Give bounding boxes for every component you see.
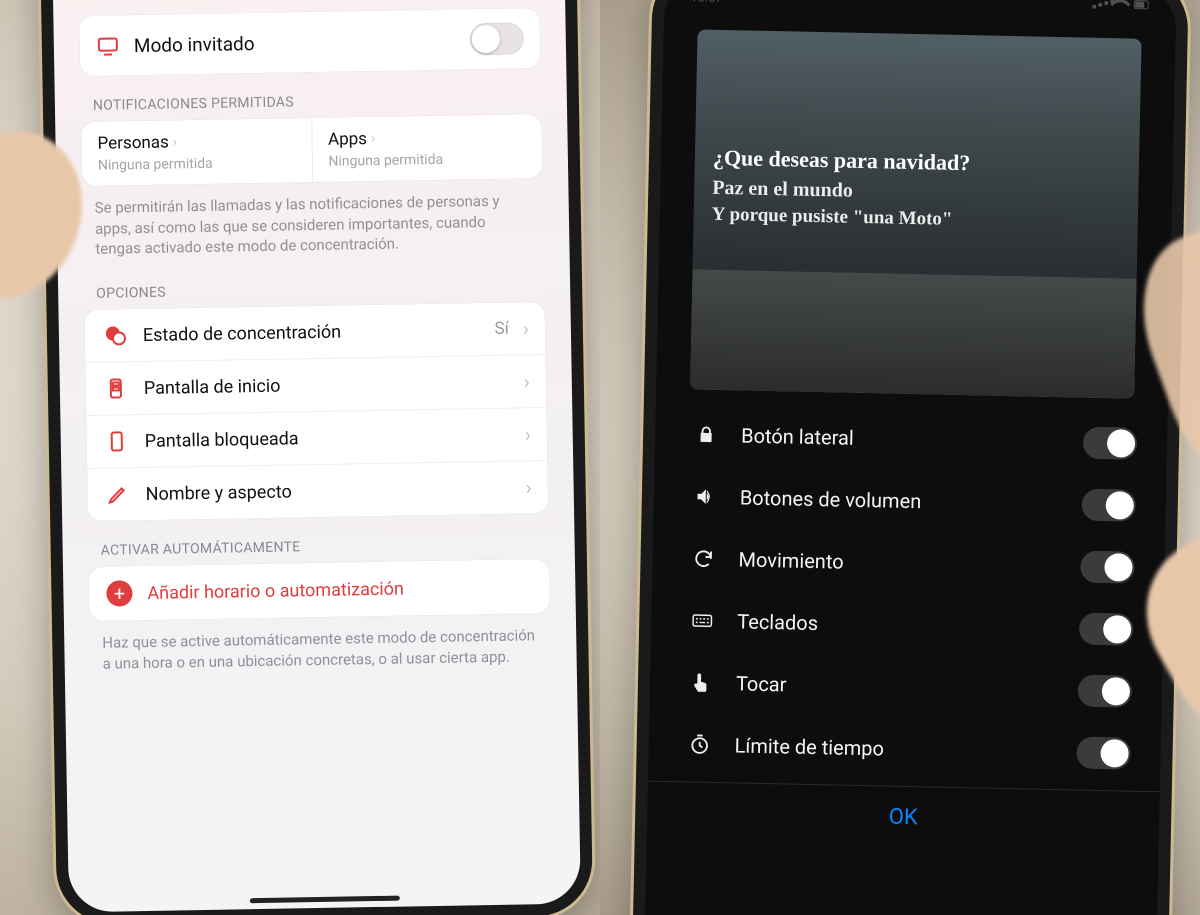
allowed-apps-cell[interactable]: Apps › Ninguna permitida: [311, 114, 543, 182]
allowed-apps-title: Apps: [328, 129, 367, 150]
content-preview: ¿Que deseas para navidad? Paz en el mund…: [690, 29, 1141, 398]
time-limit-label: Límite de tiempo: [734, 733, 1056, 764]
volume-buttons-toggle[interactable]: [1081, 489, 1136, 522]
ok-button[interactable]: OK: [647, 781, 1160, 846]
time-limit-toggle[interactable]: [1076, 737, 1131, 770]
keyboards-label: Teclados: [737, 609, 1059, 640]
motion-toggle[interactable]: [1080, 551, 1135, 584]
time-limit-row[interactable]: Límite de tiempo: [648, 713, 1161, 786]
phone-right: 10:57 ¿Que deseas para navidad? Paz en e…: [631, 0, 1189, 915]
touch-toggle[interactable]: [1078, 675, 1133, 708]
motion-label: Movimiento: [738, 547, 1060, 578]
preview-line-1: ¿Que deseas para navidad?: [713, 145, 1121, 180]
lock-screen-row[interactable]: Pantalla bloqueada ›: [86, 407, 547, 468]
lock-icon: [691, 423, 721, 446]
keyboards-toggle[interactable]: [1079, 613, 1134, 646]
status-bar: 10:57: [664, 0, 1177, 29]
timer-icon: [684, 733, 714, 756]
side-button-toggle[interactable]: [1083, 427, 1138, 460]
side-button-row[interactable]: Botón lateral: [655, 403, 1168, 476]
keyboard-icon: [687, 609, 717, 632]
touch-icon: [686, 671, 716, 694]
name-appearance-icon: [103, 482, 131, 506]
chevron-right-icon: ›: [524, 422, 530, 446]
add-automation-label: Añadir horario o automatización: [147, 576, 533, 604]
guest-mode-label: Modo invitado: [134, 32, 255, 57]
name-appearance-row[interactable]: Nombre y aspecto ›: [87, 460, 548, 521]
motion-row[interactable]: Movimiento: [652, 527, 1165, 600]
focus-status-value: Sí: [494, 319, 509, 339]
plus-circle-icon: +: [106, 580, 132, 606]
status-time: 10:57: [690, 0, 723, 5]
allowed-people-title: Personas: [97, 133, 169, 154]
allowed-notifications-card: Personas › Ninguna permitida Apps › Ning…: [81, 114, 542, 186]
rotate-icon: [688, 547, 718, 570]
preview-line-3: Y porque pusiste "una Moto": [712, 204, 1120, 235]
guest-mode-toggle[interactable]: [470, 22, 525, 55]
automation-card: + Añadir horario o automatización: [89, 559, 550, 621]
chevron-right-icon: ›: [525, 475, 531, 499]
allowed-people-cell[interactable]: Personas › Ninguna permitida: [81, 118, 312, 186]
allowed-notifications-header: NOTIFICACIONES PERMITIDAS: [74, 68, 547, 122]
home-screen-icon: [102, 376, 130, 400]
options-card: Estado de concentración Sí › Pantalla de…: [84, 302, 548, 521]
chevron-right-icon: ›: [524, 369, 530, 393]
chevron-right-icon: ›: [173, 134, 177, 150]
volume-buttons-label: Botones de volumen: [740, 485, 1062, 516]
home-screen-label: Pantalla de inicio: [144, 371, 510, 398]
guided-access-options-screen: 10:57 ¿Que deseas para navidad? Paz en e…: [643, 0, 1176, 915]
guest-mode-icon: [96, 33, 120, 57]
focus-status-row[interactable]: Estado de concentración Sí ›: [84, 302, 545, 362]
focus-settings-screen: Modo invitado NOTIFICACIONES PERMITIDAS …: [51, 0, 581, 912]
lock-screen-icon: [103, 429, 131, 453]
automation-footer: Haz que se active automáticamente este m…: [84, 613, 557, 679]
preview-line-2: Paz en el mundo: [712, 177, 1120, 209]
side-button-label: Botón lateral: [741, 423, 1063, 454]
focus-status-icon: [101, 323, 129, 347]
name-appearance-label: Nombre y aspecto: [146, 477, 512, 504]
home-indicator[interactable]: [250, 896, 400, 904]
touch-label: Tocar: [736, 671, 1058, 702]
volume-buttons-row[interactable]: Botones de volumen: [653, 465, 1166, 538]
status-icons: [1090, 0, 1150, 16]
chevron-right-icon: ›: [523, 316, 529, 340]
phone-left: Modo invitado NOTIFICACIONES PERMITIDAS …: [39, 0, 593, 915]
add-automation-row[interactable]: + Añadir horario o automatización: [89, 559, 550, 621]
lock-screen-label: Pantalla bloqueada: [145, 424, 511, 451]
home-screen-row[interactable]: Pantalla de inicio ›: [85, 354, 546, 415]
keyboards-row[interactable]: Teclados: [651, 589, 1164, 662]
focus-status-label: Estado de concentración: [143, 319, 481, 346]
options-list: Botón lateral Botones de volumen Movimie…: [648, 403, 1168, 786]
touch-row[interactable]: Tocar: [649, 651, 1162, 724]
allowed-people-sub: Ninguna permitida: [98, 154, 296, 173]
guest-mode-row[interactable]: Modo invitado: [79, 8, 540, 76]
options-header: OPCIONES: [78, 256, 551, 310]
allowed-apps-sub: Ninguna permitida: [328, 150, 526, 169]
automation-header: ACTIVAR AUTOMÁTICAMENTE: [82, 513, 555, 567]
allowed-notifications-footer: Se permitirán las llamadas y las notific…: [76, 178, 549, 264]
volume-icon: [690, 485, 720, 508]
chevron-right-icon: ›: [371, 131, 375, 147]
